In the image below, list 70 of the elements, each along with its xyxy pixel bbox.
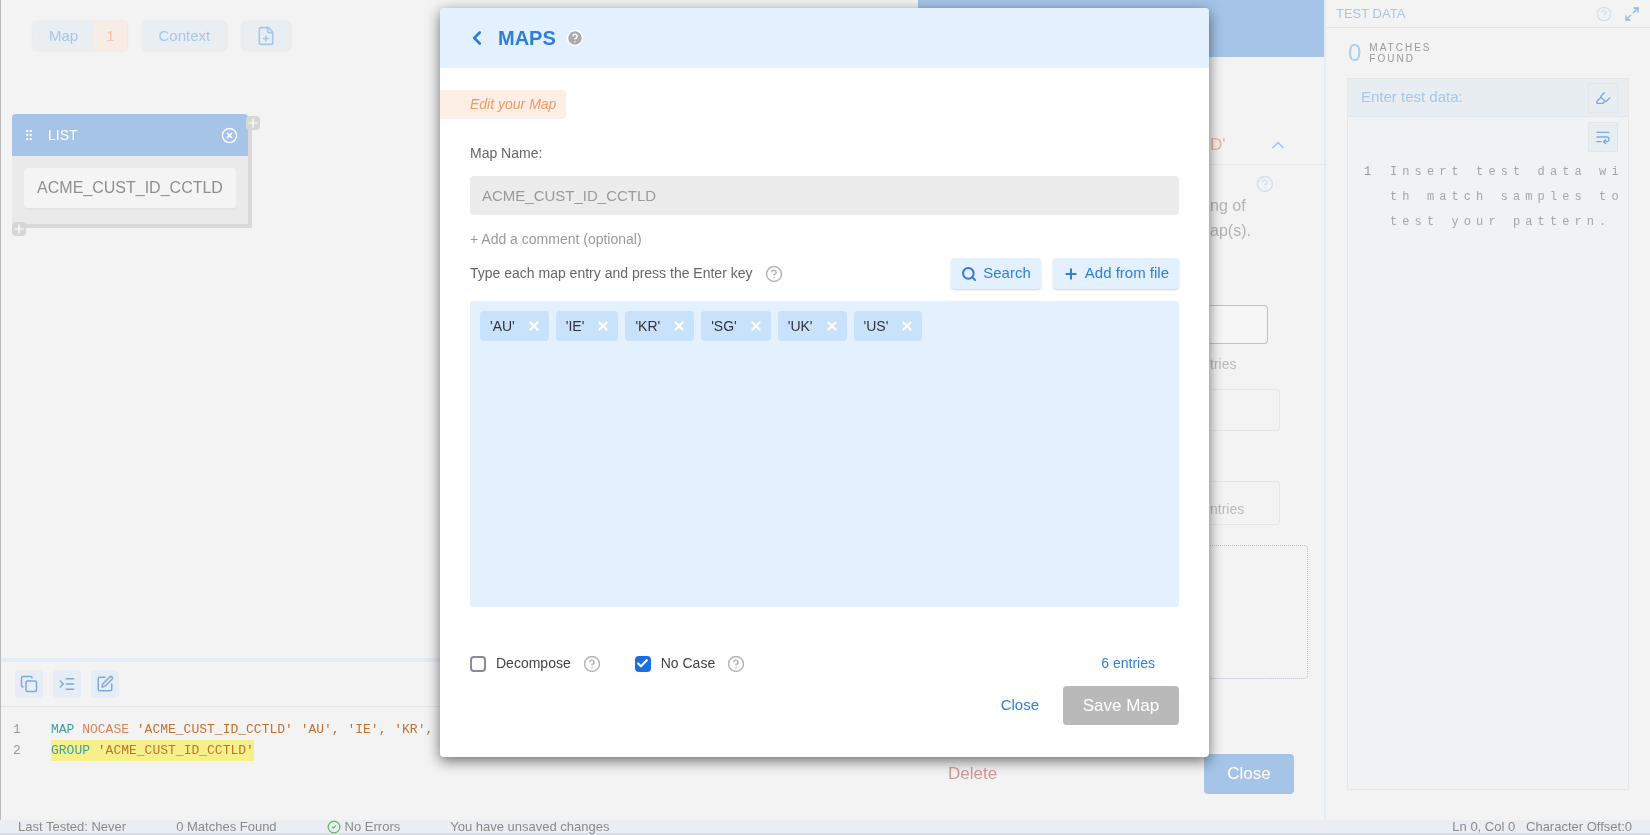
entry-tag[interactable]: 'AU' bbox=[480, 311, 549, 341]
expand-icon[interactable] bbox=[1624, 5, 1640, 22]
count-badge: 1 bbox=[94, 22, 127, 50]
add-icon[interactable] bbox=[246, 116, 260, 130]
remove-icon[interactable] bbox=[526, 319, 541, 333]
help-icon[interactable] bbox=[727, 654, 746, 673]
help-icon[interactable] bbox=[1256, 175, 1274, 193]
matches-count: 0 bbox=[1348, 38, 1362, 68]
checkbox[interactable] bbox=[634, 655, 651, 672]
highlight-button[interactable] bbox=[1588, 82, 1618, 113]
line-number: 1 bbox=[1363, 164, 1373, 181]
wrap-button[interactable] bbox=[1588, 122, 1618, 152]
add-icon[interactable] bbox=[12, 222, 26, 236]
edit-button[interactable] bbox=[91, 670, 119, 698]
wrap-text-icon[interactable] bbox=[1595, 129, 1611, 145]
entry-tag[interactable]: 'US' bbox=[853, 311, 923, 341]
node-item[interactable]: ACME_CUST_ID_CCTLD bbox=[24, 168, 236, 210]
help-icon[interactable] bbox=[764, 264, 783, 283]
line-number: 2 bbox=[12, 742, 22, 760]
entry-tag[interactable]: 'IE' bbox=[555, 311, 619, 341]
entry-tag[interactable]: 'SG' bbox=[701, 311, 771, 341]
status-text: 0 Matches Found bbox=[176, 817, 277, 835]
entry-hint: Type each map entry and press the Enter key bbox=[470, 264, 753, 283]
checkbox-label: No Case bbox=[660, 654, 716, 673]
text-field[interactable] bbox=[1210, 305, 1268, 344]
help-icon[interactable] bbox=[1596, 5, 1612, 22]
section-title: D' bbox=[1210, 133, 1226, 156]
new-file-button[interactable] bbox=[242, 22, 291, 50]
copy-icon[interactable] bbox=[20, 675, 38, 693]
remove-icon[interactable] bbox=[596, 319, 611, 333]
test-data-placeholder[interactable]: Insert test data with match samples to test your pattern. bbox=[1390, 160, 1628, 235]
highlighter-icon[interactable] bbox=[1595, 89, 1611, 106]
map-card[interactable] bbox=[1210, 389, 1280, 431]
entry-tag[interactable]: 'UK' bbox=[777, 311, 847, 341]
mode-tag: Edit your Map bbox=[440, 90, 567, 119]
edit-icon[interactable] bbox=[96, 675, 114, 693]
panel-title: TEST DATA bbox=[1336, 4, 1407, 23]
remove-icon[interactable] bbox=[748, 319, 763, 333]
check-icon bbox=[326, 819, 341, 834]
entries-count: 6 entries bbox=[1101, 654, 1155, 673]
remove-icon[interactable] bbox=[900, 319, 915, 333]
entries-area[interactable]: 'AU' 'IE' 'KR' 'SG' 'UK' 'US' bbox=[470, 301, 1179, 607]
search-icon bbox=[961, 265, 978, 282]
delete-link[interactable]: Delete bbox=[948, 761, 998, 787]
field-label: Map Name: bbox=[470, 144, 544, 163]
node-title: LIST bbox=[48, 125, 79, 145]
remove-icon[interactable] bbox=[672, 319, 687, 333]
entry-tag[interactable]: 'KR' bbox=[625, 311, 695, 341]
status-text: You have unsaved changes bbox=[450, 817, 610, 835]
line-number: 1 bbox=[12, 721, 22, 739]
plus-icon bbox=[1062, 265, 1079, 282]
indent-icon[interactable] bbox=[58, 675, 76, 693]
status-text: No Errors bbox=[344, 817, 401, 835]
add-file-button[interactable]: Add from file bbox=[1052, 258, 1179, 289]
search-button[interactable]: Search bbox=[951, 258, 1041, 289]
code-line: MAP NOCASE 'ACME_CUST_ID_CCTLD' 'AU', 'IE', 'KR', bbox=[51, 721, 434, 739]
dialog-title: MAPS bbox=[498, 26, 556, 51]
help-icon[interactable] bbox=[582, 654, 601, 673]
cursor-position: Ln 0, Col 0 Character Offset:0 bbox=[1452, 817, 1632, 835]
close-link[interactable]: Close bbox=[1000, 694, 1039, 717]
add-comment-link[interactable]: + Add a comment (optional) bbox=[470, 229, 1179, 250]
matches-label: MATCHES FOUND bbox=[1369, 42, 1433, 64]
remove-icon[interactable] bbox=[824, 319, 839, 333]
copy-button[interactable] bbox=[15, 670, 43, 698]
checkbox[interactable] bbox=[470, 655, 486, 672]
close-icon[interactable] bbox=[221, 126, 238, 144]
status-text: Last Tested: Never bbox=[18, 817, 127, 835]
input-label: Enter test data: bbox=[1361, 87, 1463, 108]
indent-button[interactable] bbox=[53, 670, 81, 698]
checkbox-label: Decompose bbox=[496, 654, 571, 673]
